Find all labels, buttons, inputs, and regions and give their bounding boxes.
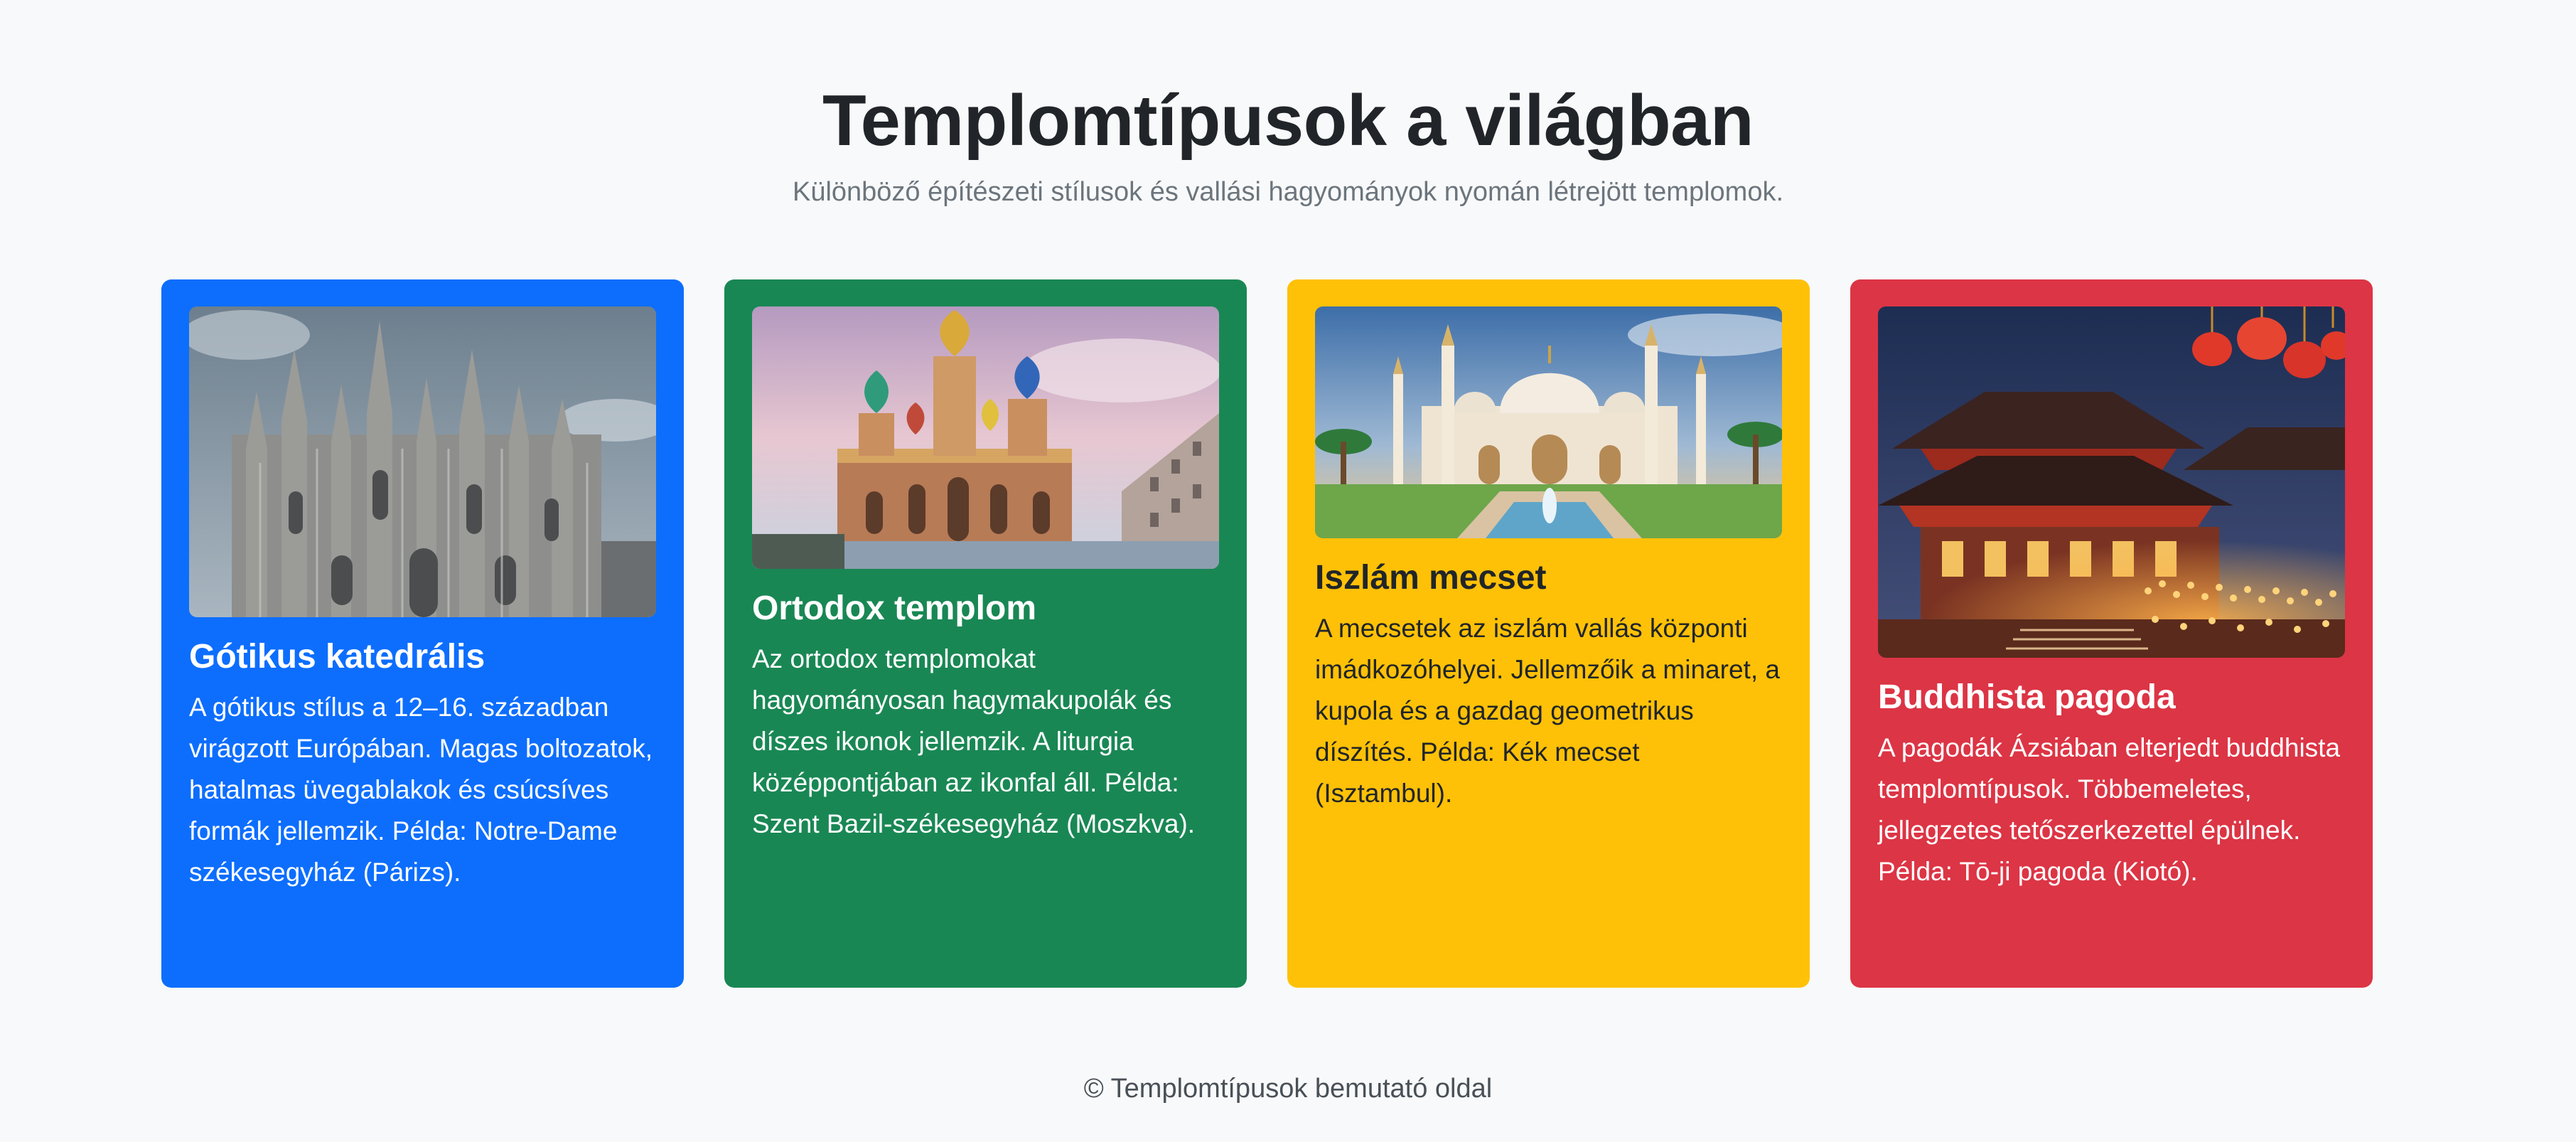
card-text: Az ortodox templomokat hagyományosan hag… [752, 644, 1196, 838]
orthodox-church-image [752, 306, 1219, 569]
gothic-cathedral-image [189, 306, 656, 617]
card-text: A mecsetek az iszlám vallás központi imá… [1315, 614, 1780, 808]
card-title: Gótikus katedrális [189, 638, 485, 676]
card-islamic-mosque: Iszlám mecset A mecsetek az iszlám vallá… [1287, 279, 1810, 988]
card-gothic-cathedral: Gótikus katedrális A gótikus stílus a 12… [161, 279, 684, 988]
page-title: Templomtípusok a világban [822, 81, 1754, 161]
mosque-image [1315, 306, 1782, 538]
card-text: A gótikus stílus a 12–16. században virá… [189, 693, 653, 887]
buddhist-pagoda-image [1878, 306, 2345, 658]
card-title: Ortodox templom [752, 589, 1037, 627]
page-subtitle: Különböző építészeti stílusok és vallási… [792, 177, 1784, 207]
card-text: A pagodák Ázsiában elterjedt buddhista t… [1878, 733, 2341, 886]
card-title: Iszlám mecset [1315, 559, 1547, 597]
card-orthodox-church: Ortodox templom Az ortodox templomokat h… [724, 279, 1247, 988]
page-footer: © Templomtípusok bemutató oldal [1083, 1074, 1493, 1104]
card-buddhist-pagoda: Buddhista pagoda A pagodák Ázsiában elte… [1850, 279, 2373, 988]
card-title: Buddhista pagoda [1878, 678, 2176, 716]
